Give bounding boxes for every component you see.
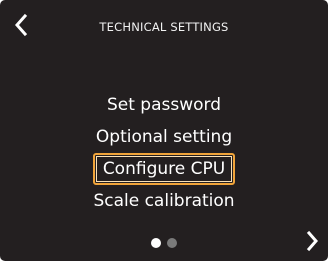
- page-dot-2[interactable]: [167, 238, 177, 248]
- settings-menu: Set password Optional setting Configure …: [0, 89, 328, 217]
- menu-item-set-password[interactable]: Set password: [107, 89, 221, 121]
- menu-item-configure-cpu[interactable]: Configure CPU: [92, 153, 236, 185]
- page-indicator: [0, 238, 328, 248]
- technical-settings-screen: TECHNICAL SETTINGS Set password Optional…: [0, 0, 328, 261]
- page-dot-1[interactable]: [151, 238, 161, 248]
- next-button[interactable]: [302, 229, 322, 253]
- page-title: TECHNICAL SETTINGS: [99, 20, 229, 34]
- chevron-right-icon: [306, 230, 318, 252]
- menu-item-scale-calibration[interactable]: Scale calibration: [93, 185, 234, 217]
- menu-item-optional-setting[interactable]: Optional setting: [96, 121, 232, 153]
